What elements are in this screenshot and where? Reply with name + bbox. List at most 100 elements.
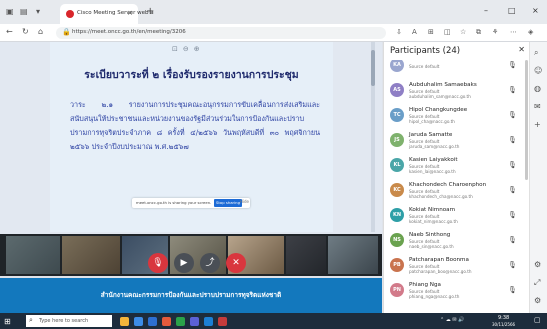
avatar: NS	[390, 233, 404, 247]
new-tab-button[interactable]: +	[146, 6, 154, 17]
mail-app-icon[interactable]	[148, 317, 157, 326]
edge-browser-icon[interactable]	[134, 317, 143, 326]
hide-notice-link[interactable]: Hide	[240, 199, 249, 204]
notification-icon[interactable]: ▢	[534, 316, 541, 324]
tab-actions-icon[interactable]: ▤	[20, 7, 28, 17]
browser-tab-active[interactable]: Cisco Meeting Server web a ×	[60, 4, 154, 24]
download-icon[interactable]: ⇩	[396, 28, 402, 36]
extensions-icon[interactable]: ⚘	[492, 28, 498, 36]
stop-sharing-button[interactable]: Stop sharing	[214, 199, 242, 207]
back-arrow-icon[interactable]: ←	[6, 27, 13, 36]
profile-icon[interactable]: ▣	[6, 7, 14, 17]
slide-zoom-tools[interactable]: ⊡⊖⊕	[172, 45, 205, 53]
clock-date[interactable]: 30/11/2566	[492, 322, 515, 327]
camera-icon[interactable]: ▶	[174, 253, 194, 273]
sidebar-add-icon[interactable]: +	[534, 120, 541, 129]
favorite-star-icon[interactable]: ☆	[460, 28, 466, 36]
collections-icon[interactable]: ⧉	[476, 28, 481, 37]
participant-name: Jaruda Samatte	[409, 132, 453, 138]
file-explorer-icon[interactable]	[120, 317, 129, 326]
participants-title: Participants (24)	[390, 46, 461, 56]
tab-list-icon[interactable]: ▾	[36, 7, 40, 17]
read-aloud-icon[interactable]: A	[412, 28, 417, 36]
participant-row[interactable]: NS Naeb Sinthong Source default naeb_sin@na…	[384, 229, 530, 253]
windows-start-icon[interactable]: ⊞	[4, 317, 11, 326]
avatar: PB	[390, 258, 404, 272]
teams-app-icon[interactable]	[190, 317, 199, 326]
url-field[interactable]: 🔒 https://meet.oncc.go.th/en/meeting/320…	[56, 27, 386, 39]
more-menu-icon[interactable]: ⋯	[510, 28, 517, 36]
mic-icon[interactable]: 🎙	[508, 111, 517, 119]
shared-slide: ⊡⊖⊕ ระเบียบวาระที่ ๒ เรื่องรับรองรายงานก…	[50, 42, 333, 232]
video-tile[interactable]	[62, 236, 120, 274]
participant-name: Naeb Sinthong	[409, 232, 451, 238]
sidebar-expand-icon[interactable]: ⤢	[534, 278, 540, 288]
split-screen-icon[interactable]: ◫	[444, 28, 451, 36]
share-notice-text: meet.oncc.go.th is sharing your screen.	[136, 200, 212, 205]
acrobat-app-icon[interactable]	[218, 317, 227, 326]
stage-scrollbar[interactable]	[371, 42, 375, 232]
participant-email: aubduhalim_sam@nacc.go.th	[409, 94, 471, 99]
slide-body-text: วาระ ๒.๑ รายงานการประชุมคณะอนุกรรมการขับ…	[70, 100, 320, 151]
close-window-button[interactable]: ×	[532, 6, 539, 15]
panel-close-icon[interactable]: ✕	[518, 45, 525, 54]
participant-name: Hipol Changkungdee	[409, 107, 468, 113]
word-app-icon[interactable]	[204, 317, 213, 326]
participant-row[interactable]: AS Aubduhalim Samaebaks Source default aubd…	[384, 79, 530, 103]
refresh-icon[interactable]: ↻	[22, 27, 29, 36]
video-tile[interactable]	[6, 236, 60, 274]
participant-row[interactable]: KA Source default 🎙	[384, 60, 530, 78]
windows-taskbar: ⊞ ⌕ Type here to search ⌃ ☁ ✉ 🔊 9:38 30/…	[0, 313, 547, 329]
participant-email: jaruda_sam@nacc.go.th	[409, 144, 460, 149]
scrollbar-thumb[interactable]	[371, 50, 375, 86]
participant-row[interactable]: PB Patcharapan Boonma Source default patcha…	[384, 254, 530, 278]
panel-scrollbar[interactable]	[525, 60, 528, 180]
sidebar-outlook-icon[interactable]: ✉	[534, 102, 541, 111]
sidebar-office-icon[interactable]: ◍	[534, 84, 541, 93]
participant-email: khachondech_cha@nacc.go.th	[409, 194, 473, 199]
mic-icon[interactable]: 🎙	[508, 186, 517, 194]
copilot-icon[interactable]: ◈	[528, 28, 533, 36]
sidebar-gear-icon[interactable]: ⚙	[534, 296, 541, 305]
mic-icon[interactable]: 🎙	[508, 261, 517, 269]
participant-row[interactable]: JS Jaruda Samatte Source default jaruda_sam…	[384, 129, 530, 153]
participant-name: Patcharapan Boonma	[409, 257, 469, 263]
sidebar-people-icon[interactable]: ☺	[534, 66, 542, 75]
tab-close-icon[interactable]: ×	[127, 9, 133, 17]
participant-row[interactable]: KN Kokiat Nimnoam Source default kokiat_nim…	[384, 204, 530, 228]
avatar: PN	[390, 283, 404, 297]
system-tray-icons[interactable]: ⌃ ☁ ✉ 🔊	[440, 317, 464, 323]
taskbar-search[interactable]: ⌕ Type here to search	[26, 315, 112, 327]
video-tile[interactable]	[328, 236, 378, 274]
mic-icon[interactable]: 🎙	[508, 286, 517, 294]
avatar: KA	[390, 60, 404, 72]
clock-time[interactable]: 9:38	[498, 315, 509, 321]
mic-icon[interactable]: 🎙	[508, 61, 517, 69]
mic-icon[interactable]: 🎙	[508, 211, 517, 219]
participant-row[interactable]: KL Kasien Laiyakkoit Source default kasien_…	[384, 154, 530, 178]
participant-row[interactable]: TC Hipol Changkungdee Source default hipol_…	[384, 104, 530, 128]
mic-icon[interactable]: 🎙	[508, 136, 517, 144]
leave-call-icon[interactable]: ✕	[226, 253, 246, 273]
minimize-button[interactable]: –	[484, 6, 488, 15]
participant-row[interactable]: KC Khachondech Charoenphon Source default k…	[384, 179, 530, 203]
excel-app-icon[interactable]	[176, 317, 185, 326]
video-tile[interactable]	[286, 236, 326, 274]
sidebar-settings-icon[interactable]: ⚙	[534, 260, 541, 269]
sidebar-search-icon[interactable]: ⌕	[534, 48, 538, 58]
avatar: KC	[390, 183, 404, 197]
maximize-button[interactable]: □	[508, 6, 516, 15]
mic-icon[interactable]: 🎙	[508, 161, 517, 169]
mic-icon[interactable]: 🎙	[508, 86, 517, 94]
app-available-icon[interactable]: ⊞	[428, 28, 434, 36]
share-screen-icon[interactable]: ⤴	[200, 253, 220, 273]
office-app-icon[interactable]	[162, 317, 171, 326]
org-banner: สำนักงานคณะกรรมการป้องกันและปราบปรามการท…	[0, 278, 382, 313]
avatar: TC	[390, 108, 404, 122]
home-icon[interactable]: ⌂	[38, 27, 43, 36]
participant-row[interactable]: PN Phiang Nga Source default phiang_nga@nac…	[384, 279, 530, 303]
avatar: AS	[390, 83, 404, 97]
participant-list: KA Source default 🎙 AS Aubduhalim Samaebaks S…	[384, 60, 530, 313]
mic-icon[interactable]: 🎙	[508, 236, 517, 244]
mic-muted-icon[interactable]: 🎙	[148, 253, 168, 273]
